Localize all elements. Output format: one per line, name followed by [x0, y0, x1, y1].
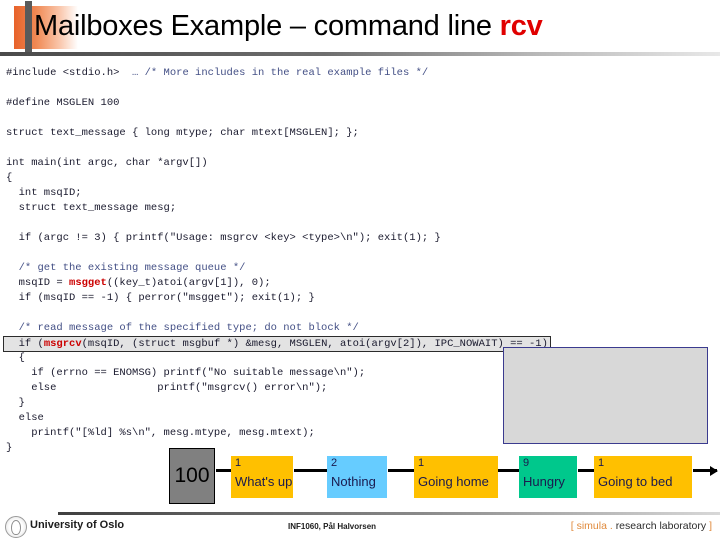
queue-message-box: 1 Going home: [414, 456, 498, 498]
code-line: int msqID;: [6, 186, 706, 201]
queue-message-text: Nothing: [331, 474, 376, 489]
slide-footer: University of Oslo INF1060, Pål Halvorse…: [0, 512, 720, 540]
queue-message-type: 1: [418, 457, 425, 469]
code-line: if (argc != 3) { printf("Usage: msgrcv <…: [6, 231, 706, 246]
code-text: ((key_t)atoi(argv[1]), 0);: [106, 277, 271, 289]
code-text: (msqID, (struct msgbuf *) &mesg, MSGLEN,…: [81, 338, 548, 350]
code-highlight-function: msgget: [69, 277, 107, 289]
code-text: if (argc != 3) { printf("Usage: msgrcv <…: [6, 232, 441, 244]
queue-message-text: Going home: [418, 474, 489, 489]
code-line: #include <stdio.h> … /* More includes in…: [6, 66, 706, 81]
code-line: struct text_message { long mtype; char m…: [6, 126, 706, 141]
title-accent-bar-icon: [25, 1, 32, 53]
university-label: University of Oslo: [30, 519, 125, 531]
code-highlight-function: msgrcv: [43, 338, 82, 350]
code-line: /* get the existing message queue */: [6, 261, 706, 276]
empty-callout-box: [503, 347, 708, 444]
code-text: #define MSGLEN 100: [6, 97, 120, 109]
queue-message-text: Going to bed: [598, 474, 673, 489]
code-line: if (msqID == -1) { perror("msgget"); exi…: [6, 291, 706, 306]
code-text: }: [6, 397, 25, 409]
code-text: struct text_message mesg;: [6, 202, 177, 214]
queue-key-box: 100: [169, 448, 215, 504]
code-comment: /* read message of the specified type; d…: [6, 322, 359, 334]
title-underline-rule: [0, 52, 720, 56]
code-line: {: [6, 171, 706, 186]
code-text: printf("[%ld] %s\n", mesg.mtype, mesg.mt…: [6, 427, 315, 439]
code-text: if (: [6, 338, 44, 350]
queue-message-text: Hungry: [523, 474, 565, 489]
code-text: {: [6, 172, 13, 184]
course-label: INF1060, Pål Halvorsen: [288, 522, 377, 531]
code-line: #define MSGLEN 100: [6, 96, 706, 111]
code-text: int main(int argc, char *argv[]): [6, 157, 208, 169]
slide-title-bar: Mailboxes Example – command line rcv: [0, 0, 720, 58]
queue-message-box: 1 Going to bed: [594, 456, 692, 498]
code-comment: /* get the existing message queue */: [6, 262, 246, 274]
code-text: int msqID;: [6, 187, 82, 199]
highlighted-code-line: if (msgrcv(msqID, (struct msgbuf *) &mes…: [3, 336, 551, 352]
queue-message-type: 2: [331, 457, 338, 469]
simula-close-bracket: ]: [706, 520, 712, 532]
queue-message-box: 9 Hungry: [519, 456, 577, 498]
queue-message-text: What's up: [235, 474, 293, 489]
code-line: /* read message of the specified type; d…: [6, 321, 706, 336]
simula-dot: .: [606, 520, 616, 532]
code-line: msqID = msgget((key_t)atoi(argv[1]), 0);: [6, 276, 706, 291]
code-text: #include <stdio.h>: [6, 67, 133, 79]
code-text: if (errno == ENOMSG) printf("No suitable…: [6, 367, 366, 379]
queue-arrow-icon: [693, 465, 718, 476]
code-text: struct text_message { long mtype; char m…: [6, 127, 359, 139]
code-comment: … /* More includes in the real example f…: [132, 67, 429, 79]
page-title-accent: rcv: [499, 10, 543, 42]
simula-logo: [ simula . research laboratory ]: [571, 520, 712, 532]
code-line: struct text_message mesg;: [6, 201, 706, 216]
code-line: int main(int argc, char *argv[]): [6, 156, 706, 171]
queue-message-type: 9: [523, 457, 530, 469]
code-text: else: [6, 412, 44, 424]
code-text: if (msqID == -1) { perror("msgget"); exi…: [6, 292, 315, 304]
code-text: {: [6, 352, 25, 364]
university-seal-icon: [5, 516, 27, 538]
code-text: msqID =: [6, 277, 70, 289]
simula-name: simula: [576, 520, 607, 532]
simula-suffix: research laboratory: [615, 520, 707, 532]
footer-divider: [58, 512, 720, 515]
page-title: Mailboxes Example – command line rcv: [34, 4, 543, 48]
code-text: else printf("msgrcv() error\n");: [6, 382, 328, 394]
queue-message-type: 1: [598, 457, 605, 469]
queue-message-box: 2 Nothing: [327, 456, 387, 498]
queue-message-box: 1 What's up: [231, 456, 293, 498]
page-title-prefix: Mailboxes Example – command line: [34, 10, 500, 42]
message-queue-diagram: 100 1 What's up 2 Nothing 1 Going home 9 Hungry…: [0, 444, 720, 506]
queue-message-type: 1: [235, 457, 242, 469]
